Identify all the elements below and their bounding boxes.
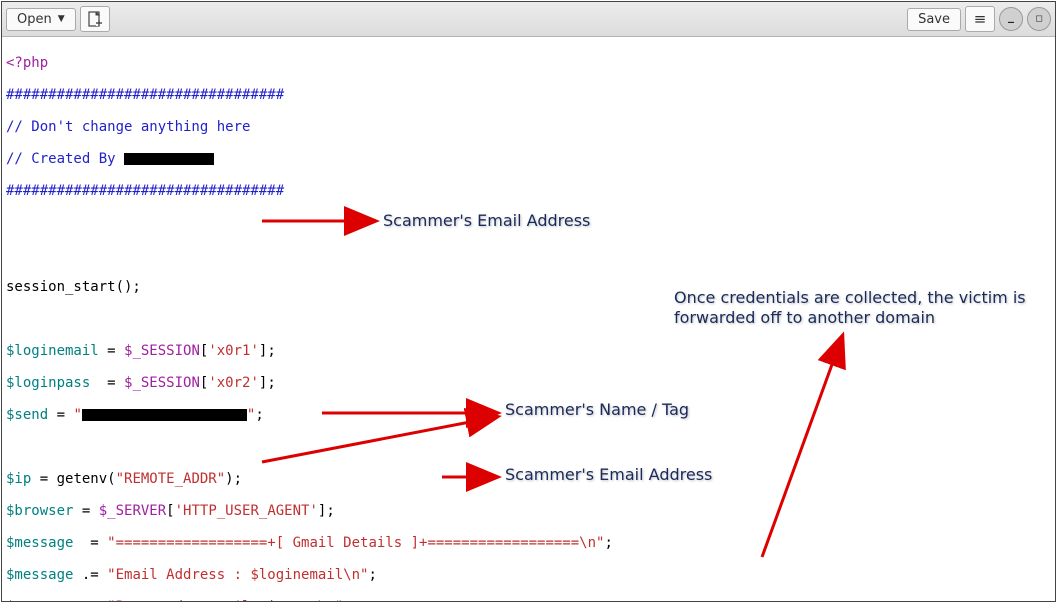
censored-author [124, 153, 214, 165]
new-document-icon [88, 11, 102, 27]
minimize-icon: _ [1008, 9, 1014, 23]
code-editor[interactable]: <?php ################################# … [2, 37, 1055, 601]
comment-line: ################################# [6, 183, 284, 199]
maximize-button[interactable]: ◻ [1027, 7, 1051, 31]
open-button[interactable]: Open ▼ [6, 8, 76, 31]
var: $loginemail [6, 343, 99, 359]
maximize-icon: ◻ [1035, 14, 1042, 24]
php-open-tag: <?php [6, 55, 48, 71]
chevron-down-icon: ▼ [58, 14, 65, 24]
comment-line: // Don't change anything here [6, 119, 250, 135]
menu-button[interactable]: ≡ [965, 6, 995, 32]
session-start-call: session_start(); [6, 279, 141, 295]
minimize-button[interactable]: _ [999, 7, 1023, 31]
blank-line [6, 215, 1051, 231]
new-document-button[interactable] [80, 6, 110, 32]
hamburger-icon: ≡ [974, 12, 987, 27]
blank-line [6, 311, 1051, 327]
save-button[interactable]: Save [907, 8, 961, 31]
blank-line [6, 247, 1051, 263]
comment-line: // Created By [6, 151, 124, 167]
save-label: Save [918, 12, 950, 27]
editor-window: Open ▼ Save ≡ _ ◻ <?php ################… [1, 1, 1056, 602]
toolbar: Open ▼ Save ≡ _ ◻ [2, 2, 1055, 37]
comment-line: ################################# [6, 87, 284, 103]
open-label: Open [17, 12, 52, 27]
censored-send-email [82, 409, 247, 421]
blank-line [6, 439, 1051, 455]
